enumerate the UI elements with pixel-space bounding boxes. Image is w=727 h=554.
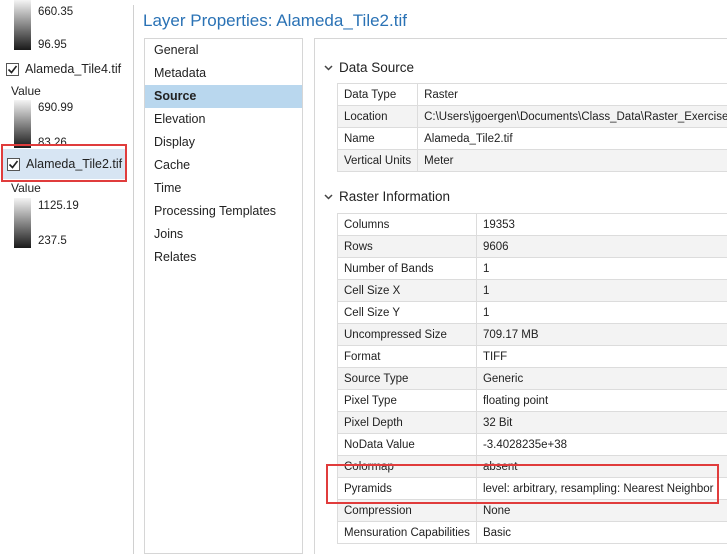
prop-value: floating point (475, 389, 727, 412)
prop-label: Source Type (337, 367, 477, 390)
prop-value: 19353 (475, 213, 727, 236)
raster-information-header[interactable]: Raster Information (324, 189, 450, 204)
table-row: Name Alameda_Tile2.tif (336, 127, 727, 150)
color-ramp-tile-top (14, 0, 31, 50)
prop-value: 709.17 MB (475, 323, 727, 346)
table-row: Format TIFF (337, 345, 727, 368)
table-row: NoData Value -3.4028235e+38 (337, 433, 727, 456)
table-row: Number of Bands 1 (337, 257, 727, 280)
table-row: Mensuration Capabilities Basic (337, 521, 727, 544)
table-row: Source Type Generic (337, 367, 727, 390)
prop-label: Vertical Units (336, 149, 419, 172)
nav-item-processing-templates[interactable]: Processing Templates (145, 200, 302, 223)
table-row: Location C:\Users\jgoergen\Documents\Clas… (336, 105, 727, 128)
layer-name: Alameda_Tile4.tif (25, 62, 122, 76)
prop-value: C:\Users\jgoergen\Documents\Class_Data\R… (417, 105, 727, 128)
dialog-title: Layer Properties: Alameda_Tile2.tif (143, 11, 407, 30)
prop-label: Cell Size X (337, 279, 477, 302)
section-title: Data Source (339, 60, 415, 75)
nav-item-relates[interactable]: Relates (145, 246, 302, 269)
chevron-down-icon (324, 64, 333, 71)
checkbox-icon[interactable] (6, 62, 19, 76)
prop-label: Columns (337, 213, 477, 236)
table-row: Vertical Units Meter (336, 149, 727, 172)
table-row: Pixel Type floating point (337, 389, 727, 412)
data-source-header[interactable]: Data Source (324, 60, 414, 75)
nav-item-source[interactable]: Source (145, 85, 302, 108)
table-row: Cell Size X1 (337, 279, 727, 302)
prop-label: Data Type (336, 83, 419, 106)
prop-label: Pixel Type (337, 389, 477, 412)
prop-label: Cell Size Y (337, 301, 477, 324)
prop-value: Basic (475, 521, 727, 544)
prop-value: 1 (475, 257, 727, 280)
nav-item-time[interactable]: Time (145, 177, 302, 200)
section-title: Raster Information (339, 189, 451, 204)
color-ramp-tile4 (14, 100, 31, 148)
ramp-max-label: 660.35 (38, 6, 74, 18)
nav-item-metadata[interactable]: Metadata (145, 62, 302, 85)
ramp-min-label: 96.95 (38, 39, 67, 51)
prop-value: Raster (417, 83, 727, 106)
prop-label: Mensuration Capabilities (337, 521, 477, 544)
prop-label: Rows (337, 235, 477, 258)
layer-row-tile4[interactable]: Alameda_Tile4.tif (6, 59, 121, 79)
prop-value: 1 (475, 301, 727, 324)
prop-value: 32 Bit (475, 411, 727, 434)
prop-label: Format (337, 345, 477, 368)
prop-label: Location (336, 105, 419, 128)
table-row: Columns 19353 (337, 213, 727, 236)
prop-value: 1 (475, 279, 727, 302)
prop-label: Number of Bands (337, 257, 477, 280)
table-row: Pixel Depth 32 Bit (337, 411, 727, 434)
table-row: Rows 9606 (337, 235, 727, 258)
prop-label: NoData Value (337, 433, 477, 456)
prop-label: Name (336, 127, 419, 150)
nav-item-joins[interactable]: Joins (145, 223, 302, 246)
properties-nav: General Metadata Source Elevation Displa… (144, 38, 303, 554)
highlight-box-layer (1, 144, 127, 182)
highlight-box-pyramids (326, 464, 719, 504)
prop-label: Uncompressed Size (337, 323, 477, 346)
contents-pane: 660.35 96.95 Alameda_Tile4.tif Value 690… (0, 0, 133, 554)
ramp-min-label: 237.5 (38, 235, 67, 247)
prop-value: TIFF (475, 345, 727, 368)
ramp-max-label: 690.99 (38, 102, 74, 114)
legend-value-header: Value (11, 181, 41, 195)
nav-item-general[interactable]: General (145, 39, 302, 62)
prop-value: 9606 (475, 235, 727, 258)
prop-value: Generic (475, 367, 727, 390)
ramp-max-label: 1125.19 (38, 200, 79, 212)
table-row: Uncompressed Size 709.17 MB (337, 323, 727, 346)
nav-item-display[interactable]: Display (145, 131, 302, 154)
prop-value: -3.4028235e+38 (475, 433, 727, 456)
prop-value: Alameda_Tile2.tif (417, 127, 727, 150)
data-source-table: Data Type Raster Location C:\Users\jgoerge… (336, 83, 727, 172)
chevron-down-icon (324, 193, 333, 200)
legend-value-header: Value (11, 84, 41, 98)
prop-label: Pixel Depth (337, 411, 477, 434)
color-ramp-tile2 (14, 198, 31, 248)
table-row: Cell Size Y1 (337, 301, 727, 324)
nav-item-elevation[interactable]: Elevation (145, 108, 302, 131)
nav-item-cache[interactable]: Cache (145, 154, 302, 177)
prop-value: Meter (417, 149, 727, 172)
table-row: Data Type Raster (336, 83, 727, 106)
